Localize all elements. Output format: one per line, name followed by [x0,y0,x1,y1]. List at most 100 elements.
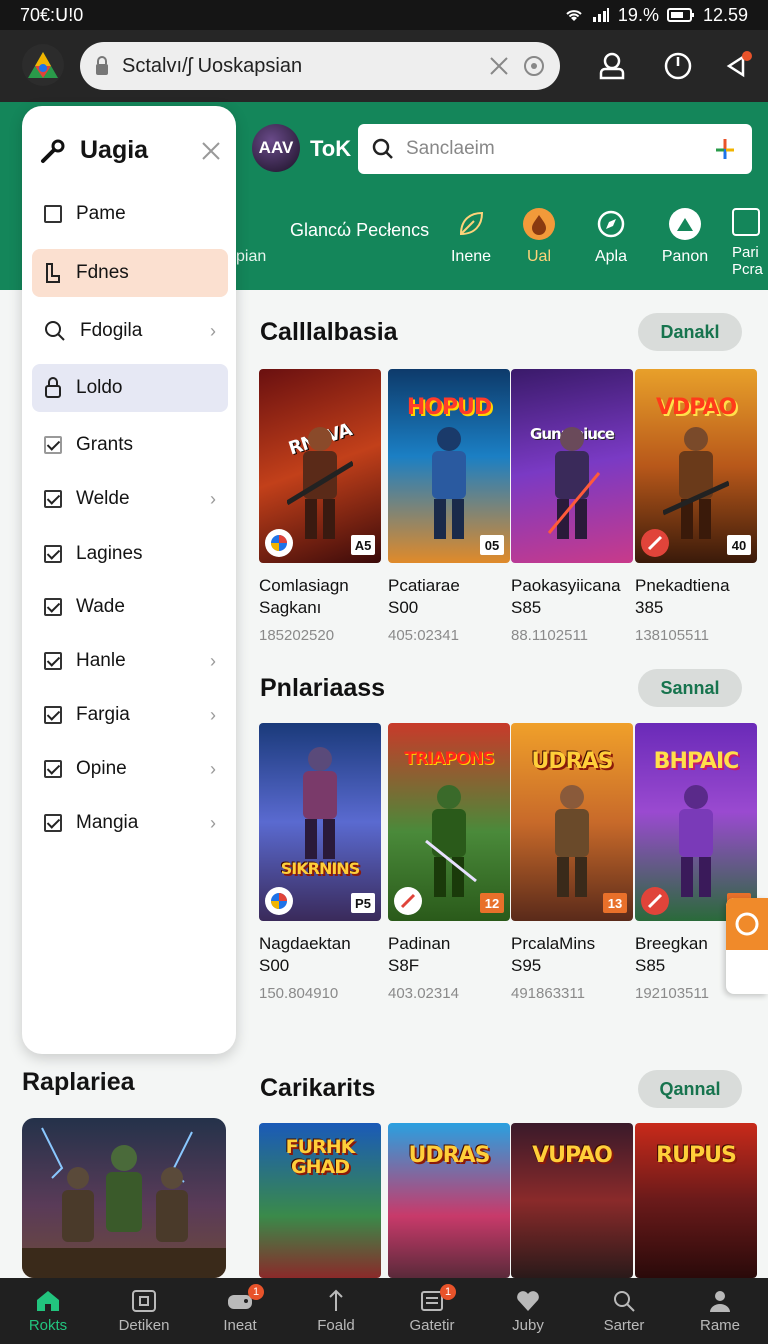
game-card[interactable]: SIKRNINS P5 Nagdaektan S00 150.804910 [259,723,381,1002]
close-icon[interactable] [200,140,222,162]
clear-icon[interactable] [488,55,510,77]
drawer-item-label: Grants [76,434,134,455]
address-bar[interactable]: Sctalvı/ʃ Uoskapsian [80,42,560,90]
category-inene[interactable]: Inene [436,208,506,266]
game-price: S00 [259,956,290,975]
game-price: S95 [511,956,542,975]
checkbox-icon[interactable] [44,760,62,778]
nav-item-ineat[interactable]: 1 Ineat [192,1278,288,1344]
drawer-item-loldo[interactable]: Loldo [32,364,228,412]
category-label: Inene [450,248,492,265]
checkbox-icon[interactable] [44,205,62,223]
game-cover[interactable]: VUPAO [511,1123,633,1278]
checkbox-icon[interactable] [44,545,62,563]
search-icon [45,321,65,341]
checkbox-icon[interactable] [44,706,62,724]
nav-label: Rame [699,1316,740,1334]
drawer-item-mangia[interactable]: Mangia › [32,799,228,847]
checkbox-icon[interactable] [44,814,62,832]
nav-item-sarter[interactable]: Sarter [576,1278,672,1344]
checkbox-icon[interactable] [44,436,62,454]
game-card[interactable]: HOPUD 05 Pcatiarae S00 405:02341 [388,369,510,644]
drawer-item-wade[interactable]: Wade [32,583,228,631]
search-icon [614,1290,635,1312]
game-cover[interactable]: UDRAS [388,1123,510,1278]
nav-item-gatetir[interactable]: 1 Gatetir [384,1278,480,1344]
game-cover[interactable]: HOPUD 05 [388,369,510,563]
checkbox-icon[interactable] [44,490,62,508]
game-cover[interactable]: RUPUS [635,1123,757,1278]
game-cover[interactable]: Gunalaiuce [511,369,633,563]
game-cover[interactable]: FURHK GHAD [259,1123,381,1278]
nav-item-rame[interactable]: Rame [672,1278,768,1344]
replay-card[interactable] [22,1118,226,1278]
game-id: 403.02314 [388,985,459,1002]
account-icon[interactable] [594,48,630,84]
game-card[interactable]: VDPAO 40 Pnekadtiena 385 138105511 [635,369,757,644]
cover-title: BHPAIC [653,749,740,774]
status-right: 19.% 12.59 [564,5,748,26]
nav-item-juby[interactable]: Juby [480,1278,576,1344]
section-action-button[interactable]: Danakl [638,313,742,351]
nav-item-rokts[interactable]: Rokts [0,1278,96,1344]
store-search-input[interactable]: Sanclaeim [358,124,752,174]
nav-item-foald[interactable]: Foald [288,1278,384,1344]
game-card[interactable]: FURHK GHAD [259,1123,381,1278]
drawer-item-pame[interactable]: Pame [32,190,228,238]
brand-logo[interactable]: AAV [252,124,300,172]
replay-title: Raplariea [22,1068,135,1096]
drawer-item-welde[interactable]: Welde › [32,475,228,523]
voice-search-icon[interactable] [712,136,738,162]
soldier-figure [287,427,353,539]
drawer-item-label: Lagines [76,543,143,564]
drawer-item-fargia[interactable]: Fargia › [32,691,228,739]
game-card[interactable]: VUPAO [511,1123,633,1278]
status-time-left: 70€:ᑌ!0 [20,4,84,25]
game-card[interactable]: RNKVA A5 Comlasiagn Sagkanı 185202520 [259,369,381,644]
game-cover[interactable]: SIKRNINS P5 [259,723,381,921]
game-card[interactable]: RUPUS [635,1123,757,1278]
flame-icon [523,208,555,240]
game-price: 385 [635,598,664,617]
game-cover[interactable]: RNKVA A5 [259,369,381,563]
drawer-item-opine[interactable]: Opine › [32,745,228,793]
nav-item-detiken[interactable]: Detiken [96,1278,192,1344]
battery-icon [666,8,694,22]
category-apla[interactable]: Apla [576,208,646,266]
browser-toolbar: Sctalvı/ʃ Uoskapsian [0,30,768,102]
game-cover[interactable]: BHPAIC 30 [635,723,757,921]
drawer-item-lagines[interactable]: Lagines [32,530,228,578]
chevron-right-icon: › [210,758,216,779]
brand-name[interactable]: ToK [310,136,351,162]
section-action-button[interactable]: Sannal [638,669,742,707]
platform-icon [265,529,293,557]
drawer-item-fdogila[interactable]: Fdogila › [32,307,228,355]
game-id: 405:02341 [388,627,459,644]
side-promo-tag[interactable] [726,898,768,994]
game-card[interactable]: Gunalaiuce Paokasyiicana S85 88.1102511 [511,369,633,644]
game-cover[interactable]: TRIAPONS 12 [388,723,510,921]
reload-icon[interactable] [522,54,546,78]
section-action-button[interactable]: Qannal [638,1070,742,1108]
notification-icon[interactable] [720,48,756,84]
cover-title: SIKRNINS [280,859,360,878]
drawer-item-grants[interactable]: Grants [32,421,228,469]
cover-title: VUPAO [532,1143,613,1168]
checkbox-icon[interactable] [44,598,62,616]
game-cover[interactable]: VDPAO 40 [635,369,757,563]
game-card[interactable]: UDRAS 13 PrcalaMins S95 491863311 [511,723,633,1002]
drawer-item-fdnes[interactable]: Fdnes [32,249,228,297]
game-cover[interactable]: UDRAS 13 [511,723,633,921]
power-icon[interactable] [660,48,696,84]
category-panon[interactable]: Panon [650,208,720,266]
game-card[interactable]: UDRAS [388,1123,510,1278]
checkbox-icon[interactable] [44,652,62,670]
drawer-item-hanle[interactable]: Hanle › [32,637,228,685]
game-card[interactable]: TRIAPONS 12 Padinan S8F 403.02314 [388,723,510,1002]
side-drawer: Uagia Pame Fdnes Fdogila › Loldo Grants … [22,106,236,1054]
category-pari[interactable]: Pari Pcra [732,208,768,278]
chevron-right-icon: › [210,650,216,671]
category-ual[interactable]: Ual [504,208,574,266]
browser-logo-icon[interactable] [22,44,64,86]
categories-title: Glancώ Pecłencs [290,220,430,240]
